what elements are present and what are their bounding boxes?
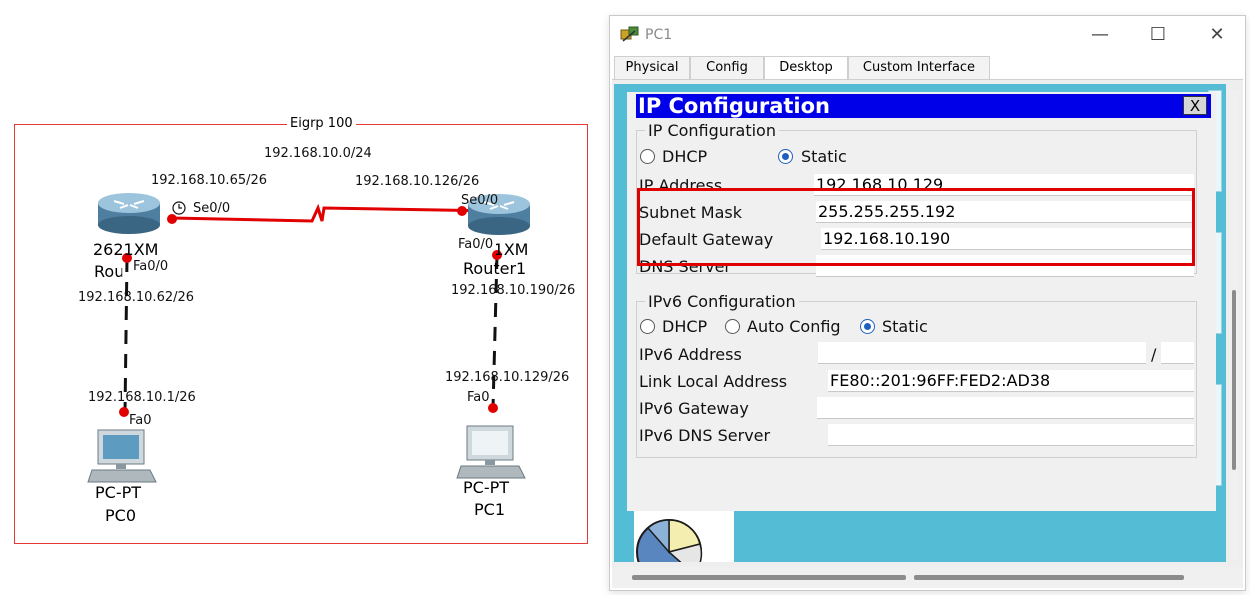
vertical-scroll-thumb[interactable] [1232,290,1236,470]
ipv6-dns-server-field[interactable] [828,424,1194,446]
window-title: PC1 [645,27,673,43]
clock-icon [172,201,186,215]
ip-configuration-panel: IP Configuration X IP Configuration DHCP… [627,92,1216,511]
packet-tracer-app-icon [620,26,639,42]
pc1-icon [456,425,526,479]
router0-lan-ip: 192.168.10.62/26 [78,290,195,305]
ip-config-header: IP Configuration X [636,94,1211,118]
ip-config-close-button[interactable]: X [1183,96,1207,115]
tab-bar: Physical Config Desktop Custom Interface [610,56,1245,80]
pc0-model[interactable]: PC-PT [95,483,141,502]
tab-desktop[interactable]: Desktop [764,56,848,80]
ip-config-title: IP Configuration [638,94,830,118]
pc0-name[interactable]: PC0 [105,506,136,525]
pc1-window: PC1 — ☐ ✕ Physical Config Desktop Custom… [609,15,1246,591]
router1-name[interactable]: Router1 [463,259,526,278]
ipv6-static-label[interactable]: Static [882,317,928,336]
horizontal-scrollbar[interactable] [612,567,1243,588]
ipv6-gateway-field[interactable] [817,397,1194,419]
pc0-ip: 192.168.10.1/26 [88,390,196,405]
network-label: 192.168.10.0/24 [264,146,372,161]
ipv6-dhcp-radio[interactable] [640,319,655,334]
link-local-address-label: Link Local Address [639,372,788,391]
router1-fa-port: Fa0/0 [458,237,494,252]
prefix-separator: / [1151,345,1157,364]
ipv4-dhcp-label[interactable]: DHCP [662,147,707,166]
ipv6-address-label: IPv6 Address [639,345,742,364]
router0-se-port: Se0/0 [193,201,231,216]
link-dot [167,214,177,224]
ethernet-link-router0-pc0 [123,257,129,413]
link-dot [119,407,129,417]
tab-custom-interface[interactable]: Custom Interface [848,56,990,79]
ipv6-prefix-field[interactable] [1161,342,1194,364]
link-local-address-field[interactable]: FE80::201:96FF:FED2:AD38 [828,370,1194,392]
ipv4-dhcp-radio[interactable] [640,149,655,164]
topology-canvas[interactable]: Eigrp 100 192.168.10.0/24 192.168.10.65/… [0,0,600,595]
router0-fa-port: Fa0/0 [133,259,169,274]
ipv6-address-field[interactable] [818,342,1146,364]
router1-lan-ip: 192.168.10.190/26 [451,283,576,298]
vertical-scrollbar[interactable] [1229,90,1239,560]
pc1-name[interactable]: PC1 [474,500,505,519]
tab-physical[interactable]: Physical [614,56,690,79]
ipv4-static-label[interactable]: Static [801,147,847,166]
ipv6-dns-server-label: IPv6 DNS Server [639,426,771,445]
pc1-model[interactable]: PC-PT [463,478,509,497]
close-button[interactable]: ✕ [1203,22,1231,48]
maximize-button[interactable]: ☐ [1144,22,1172,48]
router0-serial-ip: 192.168.10.65/26 [151,173,268,188]
title-bar[interactable]: PC1 — ☐ ✕ [610,16,1245,54]
tab-config[interactable]: Config [690,56,764,79]
ipv6-group-title: IPv6 Configuration [645,292,799,311]
pc1-fa-port: Fa0 [467,390,490,405]
router1-se-port: Se0/0 [461,193,499,208]
ipv6-gateway-label: IPv6 Gateway [639,399,749,418]
ipv6-static-radio[interactable] [860,319,875,334]
pc1-ip: 192.168.10.129/26 [445,370,570,385]
minimize-button[interactable]: — [1086,22,1114,48]
router0-model[interactable]: 2621XM [93,240,158,259]
pc0-fa-port: Fa0 [129,413,152,428]
ipv4-group-title: IP Configuration [645,121,779,140]
horizontal-scroll-thumb[interactable] [914,575,1184,580]
ipv6-auto-config-label[interactable]: Auto Config [747,317,841,336]
ipv6-auto-config-radio[interactable] [725,319,740,334]
highlight-box [637,188,1195,266]
ipv4-static-radio[interactable] [778,149,793,164]
pc0-icon [87,429,157,483]
router1-serial-ip: 192.168.10.126/26 [355,174,480,189]
horizontal-scroll-thumb[interactable] [632,575,906,580]
router0-icon [98,193,160,234]
pc-wireless-app-icon[interactable] [634,504,734,562]
ipv6-dhcp-label[interactable]: DHCP [662,317,707,336]
